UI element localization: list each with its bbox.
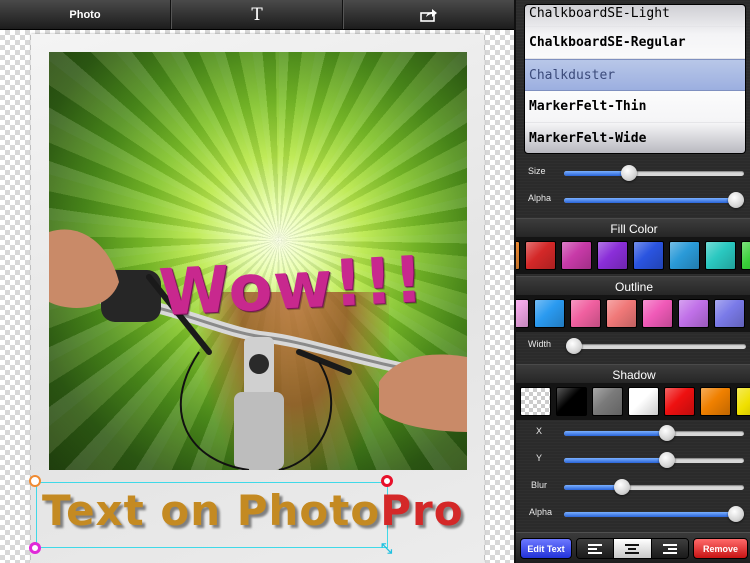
alpha-slider-row: Alpha [516, 187, 750, 213]
remove-button[interactable]: Remove [693, 538, 748, 559]
outline-swatch[interactable] [534, 299, 565, 328]
size-label: Size [528, 166, 546, 176]
font-option[interactable]: Chalkduster [525, 59, 745, 91]
outline-header: Outline [516, 276, 750, 296]
shadow-alpha-label: Alpha [529, 507, 553, 517]
text-style-panel: ChalkboardSE-Light ChalkboardSE-Regular Ch… [514, 0, 750, 563]
fill-color-swatches [516, 238, 750, 274]
fill-color-swatch[interactable] [516, 241, 520, 270]
align-right-button[interactable] [651, 539, 688, 558]
delete-handle[interactable] [381, 475, 393, 487]
align-left-button[interactable] [577, 539, 615, 558]
size-slider-row: Size [516, 160, 750, 186]
alpha-slider[interactable] [564, 192, 744, 208]
size-slider[interactable] [564, 165, 744, 181]
bottom-action-bar: Edit Text Remove [516, 532, 750, 563]
alpha-label: Alpha [528, 193, 552, 203]
selected-text-layer[interactable]: Text on PhotoPro [42, 486, 464, 535]
align-left-icon [588, 543, 603, 554]
align-center-icon [625, 543, 640, 554]
shadow-x-label: X [536, 426, 543, 436]
outline-swatch[interactable] [678, 299, 709, 328]
resize-handle[interactable]: ⤡ [381, 541, 394, 555]
shadow-swatches [516, 384, 750, 420]
shadow-x-slider-row: X [516, 420, 750, 446]
fill-color-swatch[interactable] [525, 241, 556, 270]
fill-color-swatch[interactable] [741, 241, 750, 270]
shadow-swatch[interactable] [556, 387, 587, 416]
alpha-slider-thumb[interactable] [728, 192, 744, 208]
fill-color-swatch[interactable] [561, 241, 592, 270]
shadow-alpha-slider-row: Alpha [516, 501, 750, 527]
font-picker[interactable]: ChalkboardSE-Light ChalkboardSE-Regular Ch… [524, 4, 746, 154]
shadow-y-label: Y [536, 453, 543, 463]
shadow-x-slider-thumb[interactable] [658, 425, 675, 441]
shadow-blur-slider[interactable] [564, 479, 744, 495]
width-slider[interactable] [566, 338, 746, 354]
shadow-swatch[interactable] [736, 387, 750, 416]
font-option[interactable]: MarkerFelt-Wide [525, 123, 745, 153]
shadow-blur-slider-thumb[interactable] [613, 479, 630, 495]
top-toolbar: Photo T [0, 0, 514, 30]
shadow-y-slider-fill [564, 458, 667, 463]
align-center-button[interactable] [614, 539, 652, 558]
width-slider-thumb[interactable] [566, 338, 582, 354]
align-right-icon [662, 543, 677, 554]
size-slider-thumb[interactable] [620, 165, 637, 181]
shadow-x-slider-fill [564, 431, 667, 436]
shadow-swatch[interactable] [664, 387, 695, 416]
text-tool-button[interactable]: T [171, 0, 343, 29]
shadow-y-slider[interactable] [564, 452, 744, 468]
font-option[interactable]: ChalkboardSE-Regular [525, 27, 745, 59]
outline-swatch[interactable] [570, 299, 601, 328]
bike-photo: Wow!!! [49, 52, 467, 470]
font-option[interactable]: MarkerFelt-Thin [525, 91, 745, 123]
shadow-y-slider-row: Y [516, 447, 750, 473]
fill-color-header: Fill Color [516, 218, 750, 238]
width-slider-row: Width [516, 333, 750, 359]
shadow-swatch[interactable] [592, 387, 623, 416]
photo-button[interactable]: Photo [0, 0, 171, 29]
fill-color-swatch[interactable] [705, 241, 736, 270]
shadow-alpha-slider-fill [564, 512, 736, 517]
shadow-swatch[interactable] [520, 387, 551, 416]
fill-color-swatch[interactable] [597, 241, 628, 270]
width-label: Width [528, 339, 552, 349]
rotate-handle[interactable] [29, 475, 41, 487]
outline-swatches [516, 296, 750, 332]
photo-text-layer[interactable]: Wow!!! [157, 243, 425, 331]
size-slider-fill [564, 171, 629, 176]
caption-main-text: Text on Photo [42, 486, 381, 535]
edit-text-button[interactable]: Edit Text [520, 538, 572, 559]
outline-swatch[interactable] [642, 299, 673, 328]
fill-color-swatch[interactable] [669, 241, 700, 270]
shadow-alpha-slider-thumb[interactable] [728, 506, 744, 522]
font-option[interactable]: ChalkboardSE-Light [525, 5, 745, 27]
outline-swatch[interactable] [606, 299, 637, 328]
shadow-swatch[interactable] [628, 387, 659, 416]
outline-swatch[interactable] [714, 299, 745, 328]
app-window: Photo T Wow!!! Text on PhotoPro ⤡ Chalkb… [0, 0, 750, 563]
shadow-header: Shadow [516, 364, 750, 384]
flip-handle[interactable] [29, 542, 41, 554]
alpha-slider-fill [564, 198, 736, 203]
caption-suffix-text: Pro [380, 486, 464, 535]
shadow-blur-label: Blur [531, 480, 548, 490]
shadow-swatch[interactable] [700, 387, 731, 416]
shadow-x-slider[interactable] [564, 425, 744, 441]
editing-canvas[interactable]: Wow!!! Text on PhotoPro ⤡ [0, 30, 514, 563]
fill-color-swatch[interactable] [633, 241, 664, 270]
share-button[interactable] [343, 0, 514, 29]
shadow-alpha-slider[interactable] [564, 506, 744, 522]
outline-swatch[interactable] [516, 299, 529, 328]
share-icon [420, 8, 437, 22]
shadow-y-slider-thumb[interactable] [658, 452, 675, 468]
alignment-segmented-control [576, 538, 689, 559]
shadow-blur-slider-fill [564, 485, 622, 490]
shadow-blur-slider-row: Blur [516, 474, 750, 500]
